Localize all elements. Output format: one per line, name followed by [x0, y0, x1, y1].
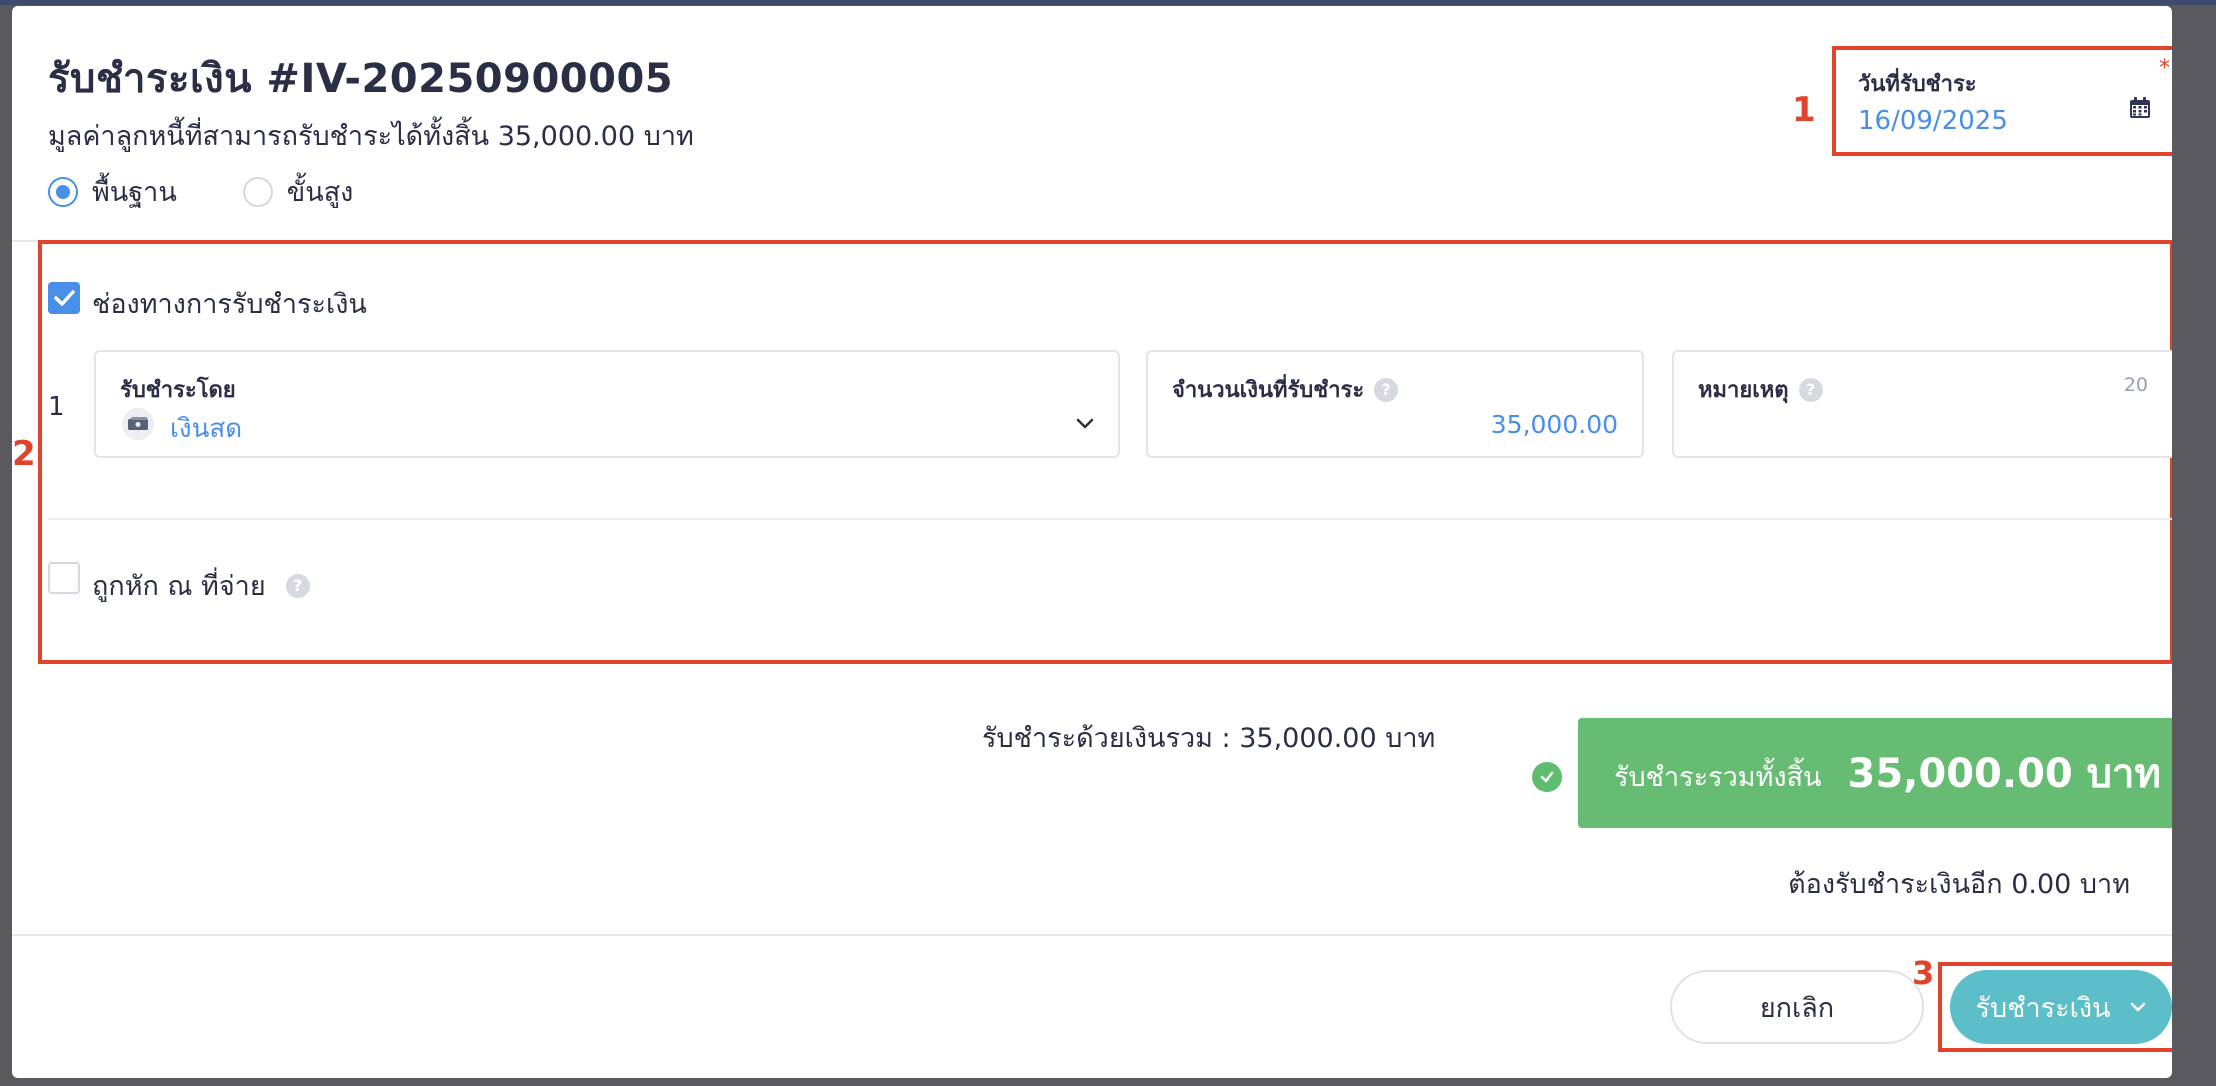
check-circle-icon — [1532, 762, 1562, 792]
withholding-label-group: ถูกหัก ณ ที่จ่าย ? — [92, 564, 310, 607]
payment-amount-field[interactable]: จำนวนเงินที่รับชำระ ? 35,000.00 — [1146, 350, 1644, 458]
payment-method-select[interactable]: รับชำระโดย เงินสด — [94, 350, 1120, 458]
radio-basic[interactable] — [48, 176, 78, 207]
page-title: รับชำระเงิน #IV-20250900005 — [48, 56, 674, 102]
payment-amount-value[interactable]: 35,000.00 — [1491, 410, 1618, 439]
chevron-down-icon — [1076, 418, 1094, 429]
grand-total-label: รับชำระรวมทั้งสิ้น — [1614, 761, 1822, 793]
paid-total-summary: รับชำระด้วยเงินรวม : 35,000.00 บาท — [982, 723, 1436, 754]
cash-icon — [122, 408, 154, 440]
required-mark: * — [2159, 56, 2170, 81]
payment-amount-label: จำนวนเงินที่รับชำระ ? — [1172, 372, 1399, 407]
payment-method-value: เงินสด — [170, 414, 243, 444]
calendar-icon[interactable] — [2128, 96, 2152, 120]
payment-method-label: รับชำระโดย — [120, 378, 236, 403]
help-icon[interactable]: ? — [285, 573, 310, 598]
submit-payment-button[interactable]: รับชำระเงิน — [1950, 970, 2172, 1044]
check-icon — [54, 290, 75, 306]
payment-channel-label: ช่องทางการรับชำระเงิน — [92, 289, 367, 320]
background-top-strip — [0, 0, 2216, 5]
payment-note-field[interactable]: หมายเหตุ ? 20 — [1672, 350, 2172, 458]
withholding-checkbox[interactable] — [48, 562, 80, 594]
note-char-counter: 20 — [2123, 374, 2148, 396]
payment-modal: รับชำระเงิน #IV-20250900005 มูลค่าลูกหนี… — [12, 6, 2172, 1078]
payment-date-field[interactable]: วันที่รับชำระ * 16/09/2025 — [1832, 46, 2172, 156]
annotation-1: 1 — [1792, 90, 1816, 130]
help-icon[interactable]: ? — [1798, 377, 1823, 402]
annotation-3: 3 — [1912, 954, 1935, 992]
payment-note-label: หมายเหตุ ? — [1698, 372, 1823, 407]
grand-total-banner: รับชำระรวมทั้งสิ้น 35,000.00 บาท — [1578, 718, 2172, 828]
help-icon[interactable]: ? — [1374, 377, 1399, 402]
section-divider — [48, 518, 2172, 520]
receivable-subtitle: มูลค่าลูกหนี้ที่สามารถรับชำระได้ทั้งสิ้น… — [48, 121, 694, 152]
payment-date-label: วันที่รับชำระ — [1858, 72, 1977, 97]
annotation-2: 2 — [12, 434, 36, 474]
grand-total-value: 35,000.00 บาท — [1847, 751, 2161, 797]
radio-advanced[interactable] — [242, 176, 273, 207]
radio-basic-label[interactable]: พื้นฐาน — [92, 170, 177, 213]
payment-note-label-text: หมายเหตุ — [1698, 378, 1789, 403]
chevron-down-icon[interactable] — [2129, 998, 2147, 1016]
mode-radio-group: พื้นฐาน ขั้นสูง — [48, 170, 353, 213]
payment-amount-label-text: จำนวนเงินที่รับชำระ — [1172, 378, 1365, 403]
remaining-balance: ต้องรับชำระเงินอีก 0.00 บาท — [1788, 869, 2130, 900]
payment-channel-checkbox[interactable] — [48, 282, 80, 314]
payment-date-value[interactable]: 16/09/2025 — [1858, 106, 2008, 136]
payment-row-index: 1 — [48, 392, 65, 422]
radio-advanced-label[interactable]: ขั้นสูง — [287, 170, 354, 213]
submit-payment-label: รับชำระเงิน — [1975, 992, 2111, 1024]
cancel-button[interactable]: ยกเลิก — [1670, 970, 1924, 1044]
footer-divider — [12, 934, 2172, 936]
withholding-label: ถูกหัก ณ ที่จ่าย — [92, 571, 266, 602]
